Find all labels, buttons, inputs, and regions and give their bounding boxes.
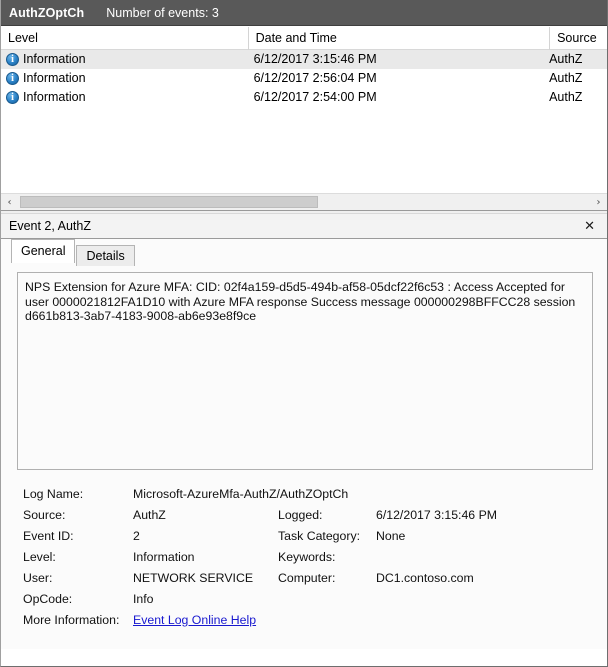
event-rows: i Information 6/12/2017 3:15:46 PM AuthZ… xyxy=(1,50,607,107)
channel-header: AuthZOptCh Number of events: 3 xyxy=(1,0,607,26)
info-icon: i xyxy=(6,72,19,85)
field-row-user-computer: User: NETWORK SERVICE Computer: DC1.cont… xyxy=(23,567,607,588)
logged-value: 6/12/2017 3:15:46 PM xyxy=(376,507,498,522)
source-value: AuthZ xyxy=(133,507,166,522)
close-icon[interactable]: ✕ xyxy=(582,219,597,234)
cell-datetime: 6/12/2017 2:56:04 PM xyxy=(253,71,377,85)
column-header-level[interactable]: Level xyxy=(1,27,248,50)
table-row[interactable]: i Information 6/12/2017 3:15:46 PM AuthZ xyxy=(1,50,607,69)
cell-datetime: 6/12/2017 2:54:00 PM xyxy=(253,90,377,104)
log-name-value: Microsoft-AzureMfa-AuthZ/AuthZOptCh xyxy=(133,486,349,501)
event-viewer-window: AuthZOptCh Number of events: 3 Level Dat… xyxy=(0,0,608,667)
computer-label: Computer: xyxy=(278,570,336,585)
column-header-date-and-time[interactable]: Date and Time xyxy=(247,26,550,50)
cell-source: AuthZ xyxy=(549,90,583,104)
cell-level: i Information xyxy=(1,88,248,107)
event-list[interactable]: Level Date and Time Source i Information… xyxy=(1,26,607,210)
event-id-value: 2 xyxy=(133,528,140,543)
task-category-label: Task Category: xyxy=(278,528,361,543)
horizontal-scrollbar[interactable]: ‹ › xyxy=(1,193,607,210)
log-name-label: Log Name: xyxy=(23,486,84,501)
table-row[interactable]: i Information 6/12/2017 2:54:00 PM AuthZ xyxy=(1,88,607,107)
cell-level: i Information xyxy=(1,69,248,88)
detail-pane-header: Event 2, AuthZ ✕ xyxy=(1,214,607,239)
field-row-log-name: Log Name: Microsoft-AzureMfa-AuthZ/AuthZ… xyxy=(23,483,607,504)
level-value: Information xyxy=(133,549,195,564)
user-label: User: xyxy=(23,570,53,585)
table-row[interactable]: i Information 6/12/2017 2:56:04 PM AuthZ xyxy=(1,69,607,88)
level-text: Information xyxy=(23,52,86,66)
info-icon: i xyxy=(6,53,19,66)
level-label: Level: xyxy=(23,549,56,564)
scrollbar-thumb[interactable] xyxy=(20,196,318,208)
event-count-label: Number of events: 3 xyxy=(106,5,219,20)
more-information-label: More Information: xyxy=(23,612,120,627)
keywords-label: Keywords: xyxy=(278,549,336,564)
event-field-grid: Log Name: Microsoft-AzureMfa-AuthZ/AuthZ… xyxy=(1,483,607,630)
opcode-label: OpCode: xyxy=(23,591,73,606)
detail-pane-title: Event 2, AuthZ xyxy=(9,219,91,233)
field-row-opcode: OpCode: Info xyxy=(23,588,607,609)
tab-general[interactable]: General xyxy=(11,239,76,263)
channel-name: AuthZOptCh xyxy=(9,5,85,20)
source-label: Source: xyxy=(23,507,66,522)
user-value: NETWORK SERVICE xyxy=(133,570,254,585)
cell-level: i Information xyxy=(1,50,248,69)
logged-label: Logged: xyxy=(278,507,323,522)
column-header-source[interactable]: Source xyxy=(549,26,607,50)
field-row-more-information: More Information: Event Log Online Help xyxy=(23,609,607,630)
cell-source: AuthZ xyxy=(549,52,583,66)
detail-tabs: General Details xyxy=(1,239,607,266)
level-text: Information xyxy=(23,71,86,85)
opcode-value: Info xyxy=(133,591,154,606)
task-category-value: None xyxy=(376,528,406,543)
scrollbar-track[interactable] xyxy=(18,194,590,210)
cell-datetime: 6/12/2017 3:15:46 PM xyxy=(253,52,377,66)
scroll-right-arrow-icon[interactable]: › xyxy=(590,194,607,210)
field-row-event-id-task: Event ID: 2 Task Category: None xyxy=(23,525,607,546)
level-text: Information xyxy=(23,90,86,104)
tab-details[interactable]: Details xyxy=(76,245,135,266)
field-row-level-keywords: Level: Information Keywords: xyxy=(23,546,607,567)
event-id-label: Event ID: xyxy=(23,528,74,543)
event-log-online-help-link[interactable]: Event Log Online Help xyxy=(133,613,256,627)
field-row-source-logged: Source: AuthZ Logged: 6/12/2017 3:15:46 … xyxy=(23,504,607,525)
detail-pane-body: General Details NPS Extension for Azure … xyxy=(1,239,607,649)
event-message-textbox[interactable]: NPS Extension for Azure MFA: CID: 02f4a1… xyxy=(17,272,593,470)
info-icon: i xyxy=(6,91,19,104)
computer-value: DC1.contoso.com xyxy=(376,570,474,585)
column-headers: Level Date and Time Source xyxy=(1,26,607,50)
scroll-left-arrow-icon[interactable]: ‹ xyxy=(1,194,18,210)
cell-source: AuthZ xyxy=(549,71,583,85)
